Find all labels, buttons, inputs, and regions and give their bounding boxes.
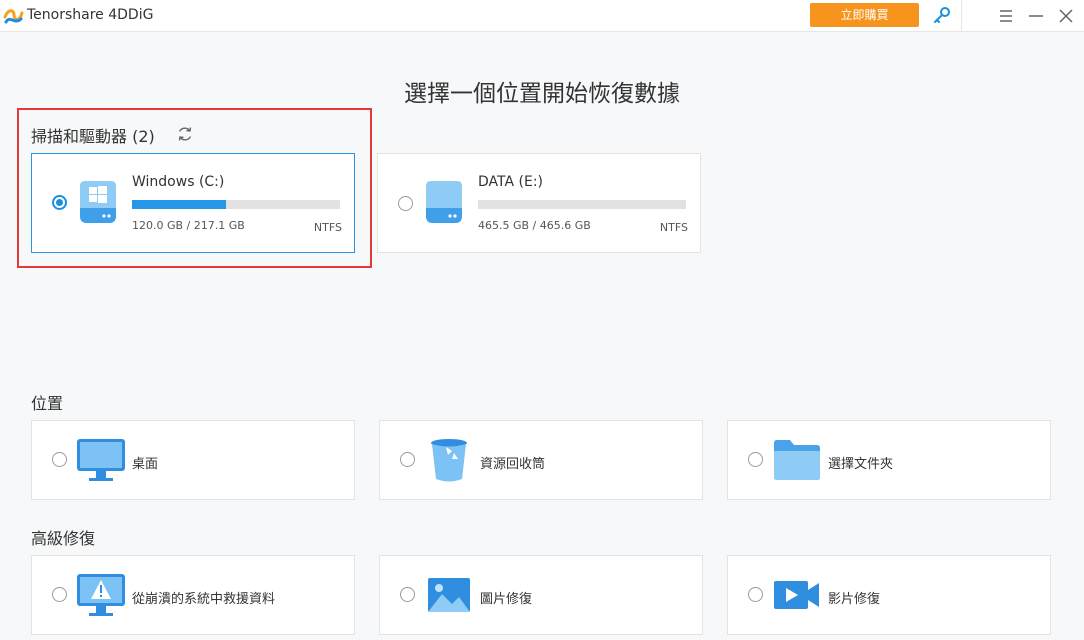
location-label: 資源回收筒 [480,457,546,472]
location-label: 桌面 [132,457,159,472]
location-desktop[interactable]: 桌面 [31,420,355,500]
drive-usage-bar [478,200,686,209]
location-label: 選擇文件夾 [828,457,894,472]
photo-repair-icon [428,578,470,612]
app-title: Tenorshare 4DDiG [27,7,154,23]
tenorshare-logo [3,9,24,24]
advanced-radio[interactable] [748,587,763,602]
location-radio[interactable] [52,452,67,467]
windows-drive-icon [80,181,116,223]
recycle-bin-icon [431,439,467,482]
drive-filesystem: NTFS [313,221,342,234]
drives-section-label: 掃描和驅動器 (2) [31,127,155,146]
advanced-radio[interactable] [400,587,415,602]
key-icon[interactable] [932,6,952,26]
drive-card-e[interactable]: DATA (E:) 465.5 GB / 465.6 GB NTFS [377,153,701,253]
advanced-crashed-system[interactable]: 從崩潰的系統中救援資料 [31,555,355,635]
drive-usage-bar [132,200,340,209]
close-icon[interactable] [1056,6,1076,26]
refresh-icon[interactable] [176,125,194,143]
locations-section-label: 位置 [31,394,64,413]
drive-usage-fill [132,200,226,209]
advanced-video-repair[interactable]: 影片修復 [727,555,1051,635]
advanced-section-label: 高級修復 [31,529,96,548]
drive-radio-c[interactable] [52,195,67,210]
menu-icon[interactable] [996,6,1016,26]
drive-name: Windows (C:) [132,174,225,190]
advanced-radio[interactable] [52,587,67,602]
minimize-icon[interactable] [1026,6,1046,26]
advanced-label: 影片修復 [828,592,881,607]
location-radio[interactable] [400,452,415,467]
drive-filesystem: NTFS [659,221,688,234]
location-radio[interactable] [748,452,763,467]
advanced-label: 從崩潰的系統中救援資料 [132,592,276,607]
advanced-photo-repair[interactable]: 圖片修復 [379,555,703,635]
location-select-folder[interactable]: 選擇文件夾 [727,420,1051,500]
hard-drive-icon [426,181,462,223]
drive-size: 465.5 GB / 465.6 GB [478,219,591,232]
drive-card-c[interactable]: Windows (C:) 120.0 GB / 217.1 GB NTFS [31,153,355,253]
title-divider [961,0,962,32]
drive-radio-e[interactable] [398,196,413,211]
title-bar: Tenorshare 4DDiG 立即購買 [0,0,1084,32]
drive-name: DATA (E:) [478,174,544,190]
page-title: 選擇一個位置開始恢復數據 [404,81,680,107]
crashed-system-icon [77,574,125,616]
advanced-label: 圖片修復 [480,592,533,607]
drive-size: 120.0 GB / 217.1 GB [132,219,245,232]
location-recycle-bin[interactable]: 資源回收筒 [379,420,703,500]
folder-icon [774,440,820,480]
desktop-icon [77,439,125,481]
video-repair-icon [774,581,819,609]
buy-now-button[interactable]: 立即購買 [810,3,919,27]
